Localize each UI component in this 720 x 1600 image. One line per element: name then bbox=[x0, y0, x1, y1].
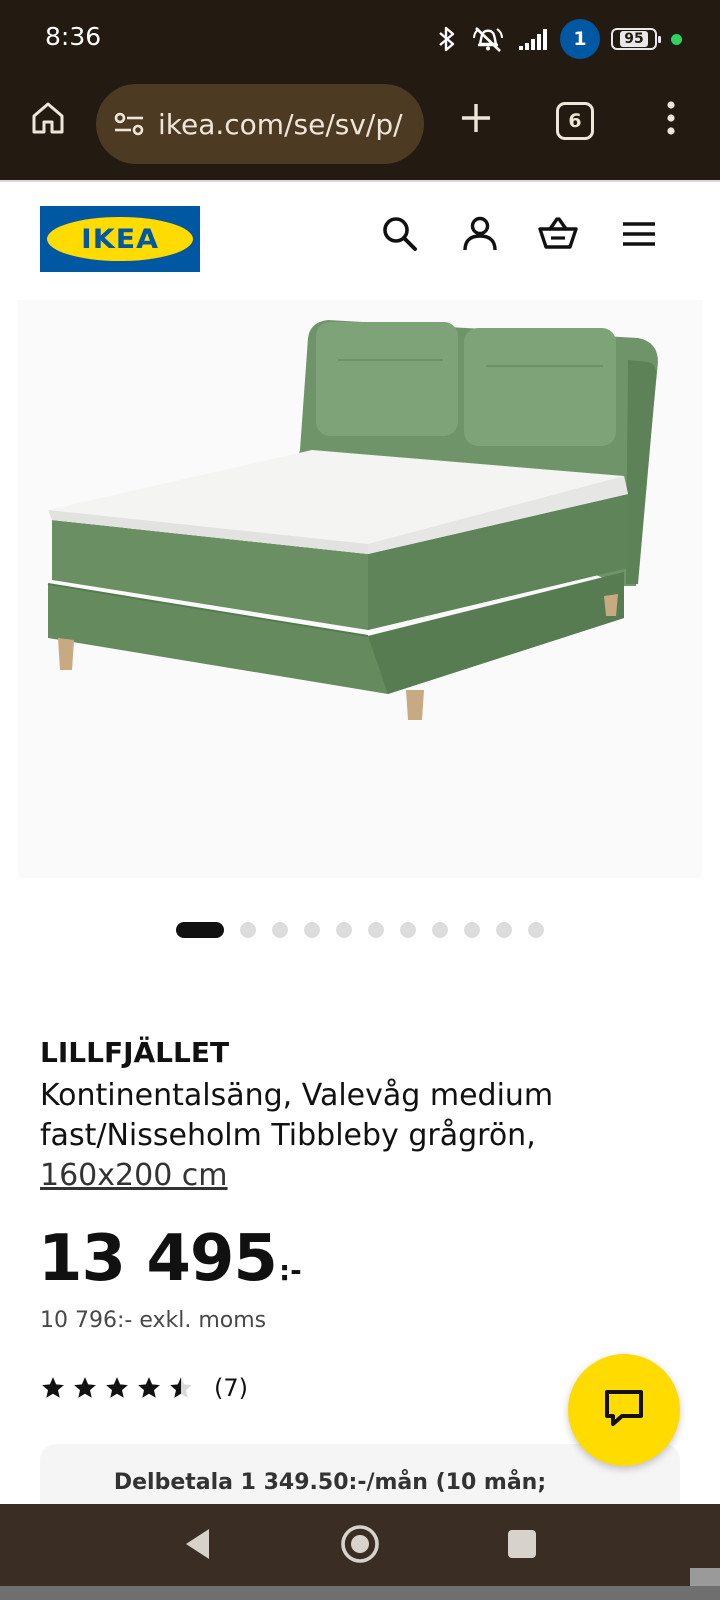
status-bar: 8:36 95 bbox=[0, 0, 720, 78]
carousel-dot[interactable] bbox=[464, 922, 480, 938]
carousel-dot[interactable] bbox=[368, 922, 384, 938]
signal-icon bbox=[519, 27, 551, 51]
price: 13 495 :- bbox=[38, 1224, 302, 1294]
carousel-dot[interactable] bbox=[272, 922, 288, 938]
carousel-dot[interactable] bbox=[240, 922, 256, 938]
carousel-dot[interactable] bbox=[528, 922, 544, 938]
star-half-icon bbox=[168, 1375, 194, 1401]
cart-count-badge: 1 bbox=[560, 19, 600, 59]
carousel-dot[interactable] bbox=[400, 922, 416, 938]
url-text: ikea.com/se/sv/p/ bbox=[158, 107, 403, 141]
browser-menu-button[interactable] bbox=[656, 98, 686, 142]
star-icon bbox=[72, 1375, 98, 1401]
bed-illustration bbox=[47, 320, 658, 720]
recents-button[interactable] bbox=[500, 1524, 544, 1568]
recents-icon bbox=[505, 1527, 539, 1565]
product-image[interactable] bbox=[18, 300, 702, 878]
profile-button[interactable] bbox=[458, 214, 502, 258]
search-button[interactable] bbox=[378, 214, 422, 258]
site-settings-icon[interactable] bbox=[112, 107, 146, 141]
tab-count: 6 bbox=[568, 110, 582, 132]
new-tab-button[interactable] bbox=[454, 98, 498, 142]
chat-button[interactable] bbox=[568, 1354, 680, 1466]
hamburger-menu-icon bbox=[621, 219, 657, 253]
star-icon bbox=[104, 1375, 130, 1401]
home-button[interactable] bbox=[338, 1524, 382, 1568]
back-icon bbox=[181, 1526, 215, 1566]
status-time: 8:36 bbox=[45, 22, 102, 51]
price-excluding-vat: 10 796:- exkl. moms bbox=[40, 1308, 267, 1333]
mute-icon bbox=[471, 24, 505, 54]
ikea-logo[interactable]: IKEA bbox=[40, 206, 200, 272]
browser-toolbar: ikea.com/se/sv/p/ 6 bbox=[0, 78, 720, 180]
rating-stars bbox=[40, 1375, 194, 1401]
battery-level: 95 bbox=[620, 31, 648, 47]
price-suffix: :- bbox=[278, 1254, 302, 1287]
site-header: IKEA bbox=[0, 180, 720, 280]
image-carousel-indicator bbox=[176, 922, 544, 938]
star-icon bbox=[136, 1375, 162, 1401]
rating[interactable]: (7) bbox=[40, 1374, 248, 1402]
home-circle-icon bbox=[339, 1523, 381, 1569]
cart-button[interactable] bbox=[536, 214, 580, 258]
product-name: LILLFJÄLLET bbox=[40, 1036, 230, 1069]
logo-text: IKEA bbox=[80, 223, 160, 255]
carousel-dot[interactable] bbox=[304, 922, 320, 938]
review-count[interactable]: (7) bbox=[214, 1374, 248, 1402]
logo-oval: IKEA bbox=[47, 217, 193, 261]
bluetooth-icon bbox=[437, 25, 457, 53]
carousel-dot[interactable] bbox=[336, 922, 352, 938]
battery-icon: 95 bbox=[611, 28, 661, 50]
profile-icon bbox=[461, 215, 499, 257]
product-size-link[interactable]: 160x200 cm bbox=[40, 1156, 228, 1196]
cart-icon bbox=[537, 215, 579, 257]
back-button[interactable] bbox=[176, 1524, 220, 1568]
home-icon bbox=[30, 100, 66, 140]
chat-icon bbox=[602, 1386, 646, 1434]
system-navigation-bar bbox=[0, 1504, 720, 1586]
browser-home-button[interactable] bbox=[26, 98, 70, 142]
carousel-dot[interactable] bbox=[432, 922, 448, 938]
installment-text: Delbetala 1 349.50:-/mån (10 mån; bbox=[113, 1470, 547, 1495]
star-icon bbox=[40, 1375, 66, 1401]
carousel-dot-active[interactable] bbox=[176, 922, 224, 938]
menu-button[interactable] bbox=[617, 214, 661, 258]
tabs-icon[interactable]: 6 bbox=[556, 102, 594, 140]
new-tab-icon bbox=[458, 100, 494, 140]
more-vertical-icon bbox=[666, 100, 676, 140]
search-icon bbox=[381, 215, 419, 257]
product-description: Kontinentalsäng, Valevåg medium fast/Nis… bbox=[40, 1078, 554, 1153]
privacy-indicator-dot bbox=[671, 33, 682, 45]
address-bar[interactable]: ikea.com/se/sv/p/ bbox=[96, 84, 424, 164]
bottom-edge-light bbox=[690, 1568, 720, 1586]
carousel-dot[interactable] bbox=[496, 922, 512, 938]
bottom-edge bbox=[0, 1586, 720, 1600]
price-amount: 13 495 bbox=[38, 1222, 278, 1296]
